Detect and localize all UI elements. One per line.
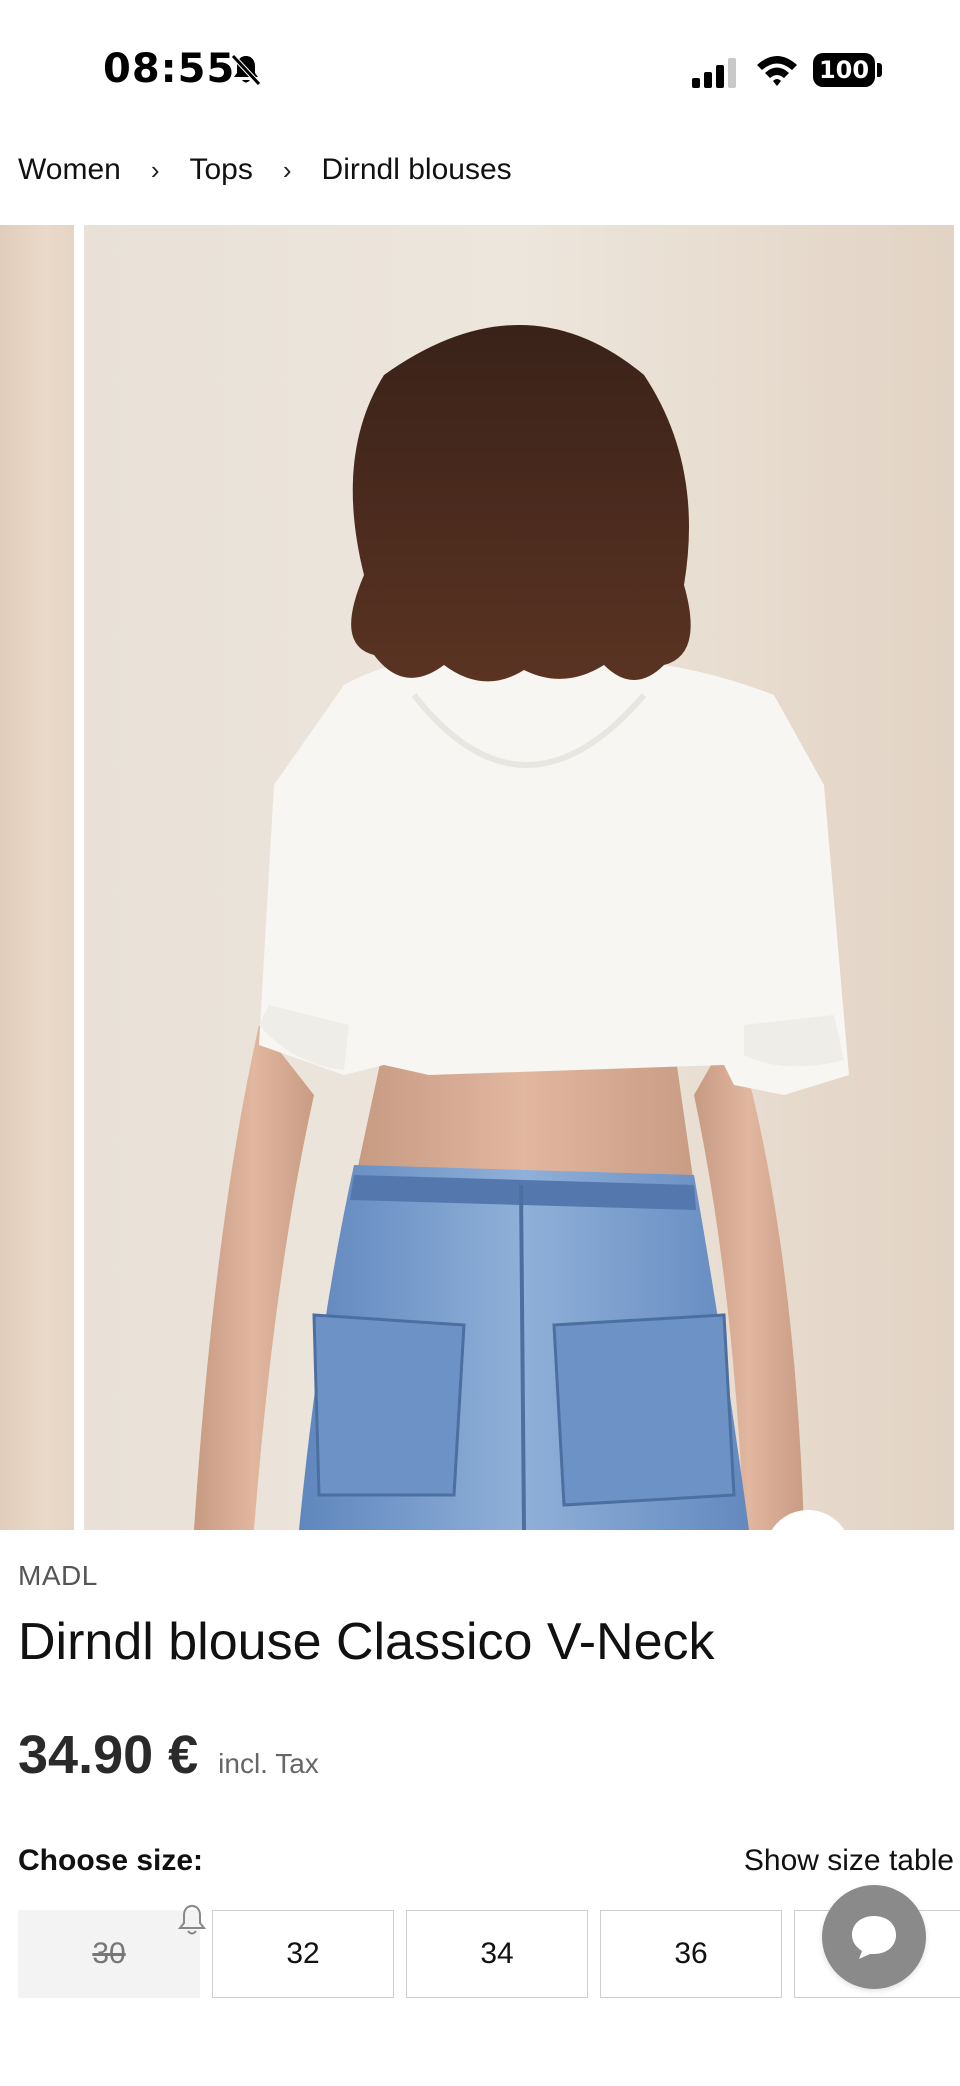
product-image[interactable] <box>84 225 954 1530</box>
size-option-34[interactable]: 34 <box>406 1910 588 1998</box>
size-options: 30 32 34 36 <box>18 1910 960 2000</box>
battery-tip <box>877 63 882 77</box>
breadcrumb-separator-icon: › <box>150 154 160 185</box>
breadcrumb-item-women[interactable]: Women <box>18 153 121 187</box>
product-title: Dirndl blouse Classico V-Neck <box>18 1613 715 1671</box>
product-image-gallery[interactable] <box>0 225 960 1530</box>
bell-slash-icon <box>231 54 261 86</box>
status-time: 08:55 <box>103 46 236 92</box>
breadcrumb-separator-icon: › <box>282 154 292 185</box>
product-brand[interactable]: MADL <box>18 1560 98 1592</box>
size-label: Choose size: <box>18 1844 204 1877</box>
product-photo-illustration <box>84 225 954 1530</box>
breadcrumb-item-tops[interactable]: Tops <box>190 153 253 187</box>
product-price: 34.90 € <box>18 1725 199 1785</box>
notify-bell-icon[interactable] <box>176 1903 208 1939</box>
signal-icon <box>692 58 736 88</box>
size-option-36[interactable]: 36 <box>600 1910 782 1998</box>
battery-icon: 100 <box>813 53 875 87</box>
chat-bubble-icon <box>852 1916 896 1959</box>
chat-button[interactable] <box>822 1885 926 1989</box>
tax-note: incl. Tax <box>218 1748 319 1779</box>
previous-product-image[interactable] <box>0 225 74 1530</box>
size-option-30[interactable]: 30 <box>18 1910 200 1998</box>
wifi-icon <box>757 56 797 86</box>
status-bar: 08:55 100 <box>0 0 960 140</box>
breadcrumb: Women › Tops › Dirndl blouses <box>18 148 512 192</box>
breadcrumb-item-dirndl-blouses[interactable]: Dirndl blouses <box>322 153 512 187</box>
size-table-link[interactable]: Show size table <box>744 1844 954 1878</box>
price-row: 34.90 € incl. Tax <box>18 1724 319 1786</box>
size-option-32[interactable]: 32 <box>212 1910 394 1998</box>
